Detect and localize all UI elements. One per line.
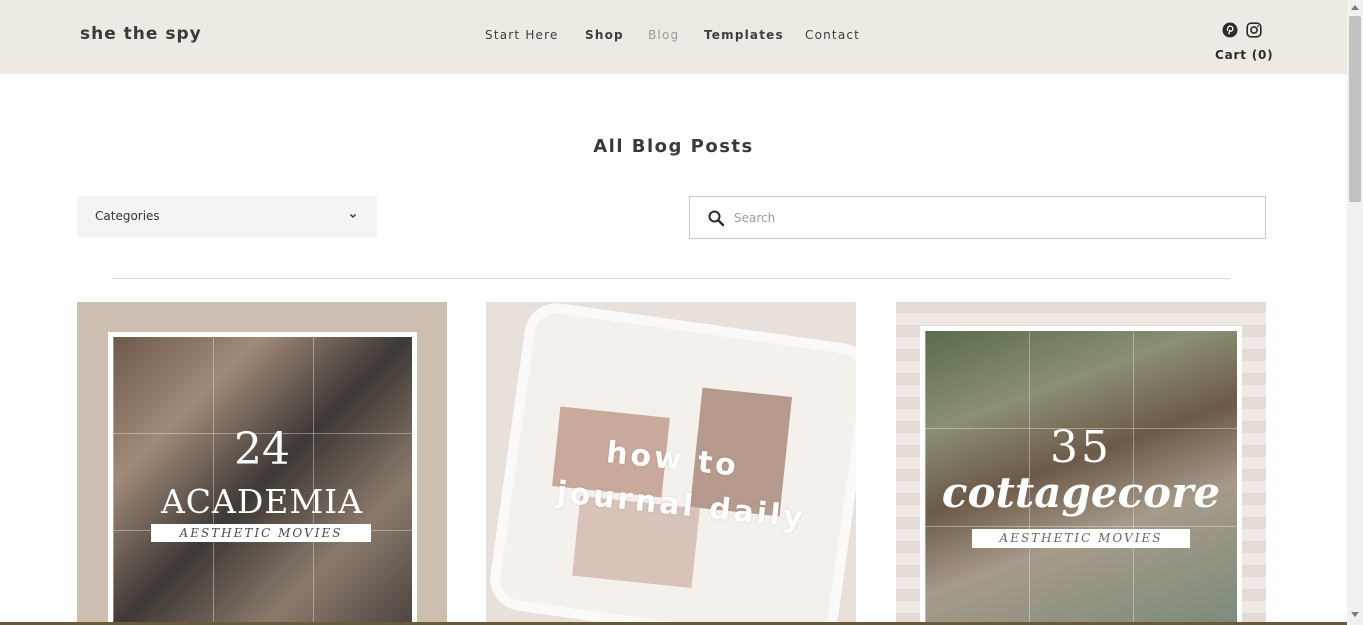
post-image-headline: cottagecore — [941, 468, 1221, 517]
section-divider — [113, 278, 1230, 279]
page-title: All Blog Posts — [593, 136, 754, 157]
site-header: she the spy Start Here Shop Blog Templat… — [0, 0, 1347, 74]
post-image-subline: AESTHETIC MOVIES — [151, 524, 371, 542]
categories-dropdown[interactable]: Categories — [77, 196, 377, 237]
nav-blog[interactable]: Blog — [648, 28, 679, 42]
nav-contact[interactable]: Contact — [805, 28, 860, 42]
chevron-down-icon — [347, 207, 359, 219]
post-image-subline: AESTHETIC MOVIES — [972, 529, 1190, 548]
nav-start-here[interactable]: Start Here — [485, 28, 559, 42]
pinterest-icon[interactable] — [1222, 22, 1238, 38]
social-links — [1222, 22, 1262, 38]
nav-shop[interactable]: Shop — [585, 28, 624, 42]
categories-label: Categories — [95, 209, 160, 223]
collage-grid — [113, 337, 412, 625]
page-scrollbar[interactable] — [1347, 0, 1363, 625]
cart-link[interactable]: Cart (0) — [1215, 48, 1273, 62]
scroll-down-arrow-icon[interactable] — [1351, 612, 1359, 617]
site-logo[interactable]: she the spy — [80, 24, 202, 44]
post-card-academia[interactable]: 24 ACADEMIA AESTHETIC MOVIES — [77, 302, 447, 625]
scroll-up-arrow-icon[interactable] — [1351, 5, 1359, 10]
instagram-icon[interactable] — [1246, 22, 1262, 38]
post-image-headline: ACADEMIA — [160, 482, 364, 521]
post-image-number: 35 — [1050, 422, 1112, 473]
scrollbar-thumb[interactable] — [1349, 16, 1361, 202]
post-card-journal[interactable]: how to journal daily — [486, 302, 856, 625]
search-box — [689, 196, 1266, 239]
search-input[interactable] — [734, 207, 1234, 228]
post-card-cottagecore[interactable]: 35 cottagecore AESTHETIC MOVIES — [896, 302, 1266, 625]
nav-templates[interactable]: Templates — [704, 28, 784, 42]
search-icon[interactable] — [707, 209, 725, 227]
post-image-number: 24 — [234, 424, 290, 475]
